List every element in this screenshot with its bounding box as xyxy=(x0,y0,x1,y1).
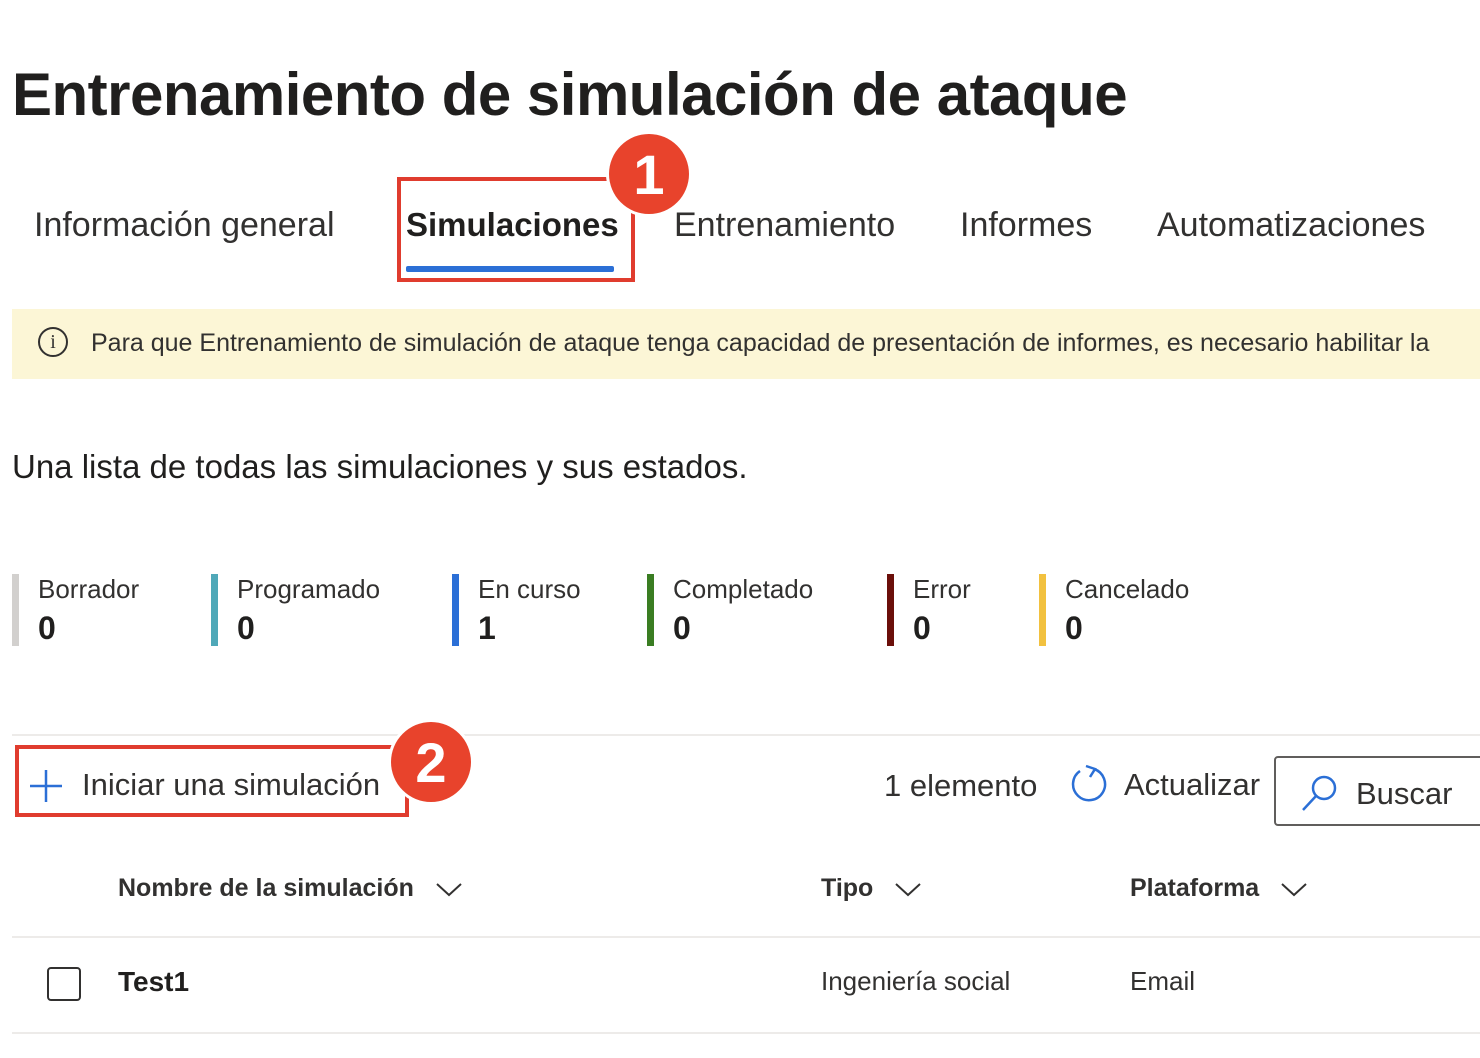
status-color-bar xyxy=(12,574,19,646)
banner-message: Para que Entrenamiento de simulación de … xyxy=(91,329,1430,357)
row-checkbox[interactable] xyxy=(47,967,81,1001)
tab-automatizaciones[interactable]: Automatizaciones xyxy=(1157,206,1425,245)
status-borrador: Borrador 0 xyxy=(12,574,139,646)
row-simulation-name[interactable]: Test1 xyxy=(118,966,189,998)
status-color-bar xyxy=(887,574,894,646)
status-label: Error xyxy=(913,574,971,604)
status-cancelado: Cancelado 0 xyxy=(1039,574,1189,646)
refresh-button[interactable]: Actualizar xyxy=(1068,762,1264,808)
status-label: Programado xyxy=(237,574,381,604)
tab-informes[interactable]: Informes xyxy=(960,206,1092,245)
column-header-type[interactable]: Tipo xyxy=(821,874,922,903)
status-count: 1 xyxy=(478,610,496,646)
chevron-down-icon xyxy=(436,883,462,897)
status-label: Borrador xyxy=(38,574,140,604)
status-count: 0 xyxy=(1065,610,1083,646)
refresh-icon xyxy=(1071,764,1107,802)
status-color-bar xyxy=(647,574,654,646)
table-header-divider xyxy=(12,936,1480,938)
status-count: 0 xyxy=(38,610,56,646)
page-title: Entrenamiento de simulación de ataque xyxy=(12,61,1128,128)
refresh-label: Actualizar xyxy=(1124,767,1261,802)
status-label: Cancelado xyxy=(1065,574,1190,604)
toolbar-divider xyxy=(12,734,1480,736)
callout-highlight-simulaciones xyxy=(397,177,635,282)
info-icon: i xyxy=(38,327,68,357)
status-label: En curso xyxy=(478,574,581,604)
status-color-bar xyxy=(452,574,459,646)
row-simulation-type: Ingeniería social xyxy=(821,966,1011,996)
chevron-down-icon xyxy=(1281,883,1307,897)
table-row-divider xyxy=(12,1032,1480,1034)
search-input[interactable]: Buscar xyxy=(1274,756,1480,826)
tab-entrenamiento[interactable]: Entrenamiento xyxy=(674,206,895,245)
status-count: 0 xyxy=(913,610,931,646)
status-en-curso: En curso 1 xyxy=(452,574,581,646)
search-icon xyxy=(1302,775,1337,811)
status-completado: Completado 0 xyxy=(647,574,813,646)
callout-badge-2: 2 xyxy=(391,722,471,802)
status-programado: Programado 0 xyxy=(211,574,380,646)
tab-informacion-general[interactable]: Información general xyxy=(34,206,335,245)
callout-highlight-start-simulation xyxy=(15,745,409,817)
status-count: 0 xyxy=(237,610,255,646)
callout-badge-1: 1 xyxy=(609,134,689,214)
chevron-down-icon xyxy=(895,883,921,897)
column-header-label: Nombre de la simulación xyxy=(118,874,414,902)
search-placeholder: Buscar xyxy=(1356,776,1453,811)
status-label: Completado xyxy=(673,574,814,604)
item-count: 1 elemento xyxy=(884,768,1038,803)
page-description: Una lista de todas las simulaciones y su… xyxy=(12,448,748,485)
column-header-platform[interactable]: Plataforma xyxy=(1130,874,1308,903)
status-count: 0 xyxy=(673,610,691,646)
column-header-name[interactable]: Nombre de la simulación xyxy=(118,874,463,903)
status-color-bar xyxy=(1039,574,1046,646)
status-color-bar xyxy=(211,574,218,646)
row-simulation-platform: Email xyxy=(1130,966,1196,996)
column-header-label: Tipo xyxy=(821,874,874,902)
column-header-label: Plataforma xyxy=(1130,874,1260,902)
status-error: Error 0 xyxy=(887,574,971,646)
info-banner: i Para que Entrenamiento de simulación d… xyxy=(12,309,1480,379)
